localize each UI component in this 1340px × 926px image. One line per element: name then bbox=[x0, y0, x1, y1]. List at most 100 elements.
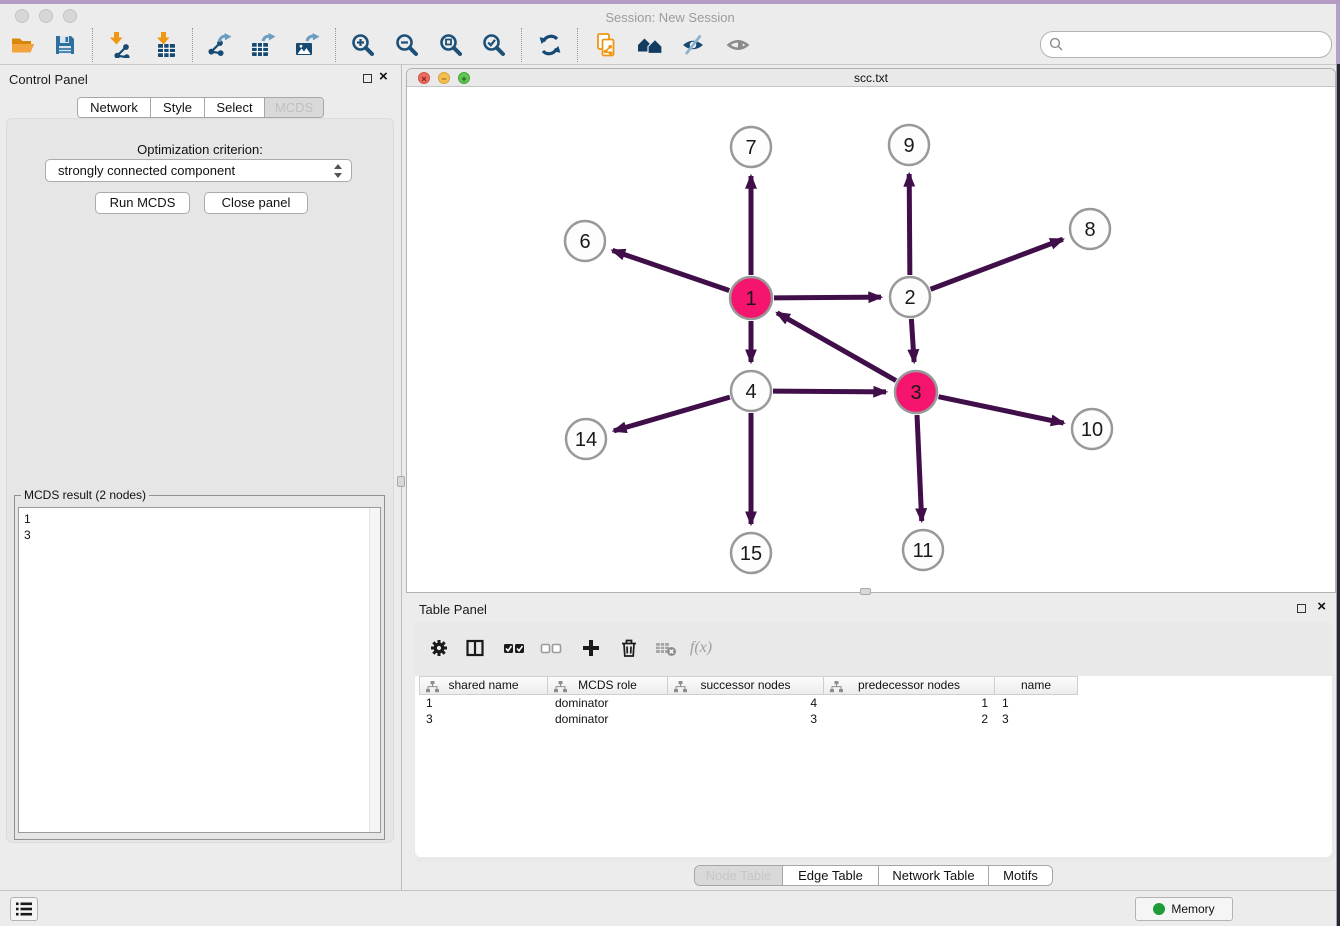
toolbar-separator bbox=[577, 28, 578, 62]
table-cell[interactable]: dominator bbox=[548, 695, 668, 711]
open-session-icon[interactable] bbox=[9, 31, 37, 59]
memory-label: Memory bbox=[1171, 902, 1214, 916]
node-table: shared nameMCDS rolesuccessor nodes prede… bbox=[415, 676, 1332, 857]
function-builder-icon[interactable]: f(x) bbox=[689, 636, 713, 660]
graph-node-3[interactable]: 3 bbox=[895, 371, 937, 413]
unselect-all-columns-icon[interactable] bbox=[539, 636, 563, 660]
tab-node-table[interactable]: Node Table bbox=[695, 866, 783, 885]
graph-edge-2-9[interactable] bbox=[909, 174, 910, 275]
refresh-icon[interactable] bbox=[536, 31, 564, 59]
column-header-shared-name[interactable]: shared name bbox=[419, 676, 548, 695]
table-cell[interactable]: 1 bbox=[419, 695, 548, 711]
hide-panel-icon[interactable] bbox=[679, 31, 707, 59]
graph-edge-1-2[interactable] bbox=[774, 297, 881, 298]
export-network-icon[interactable] bbox=[205, 31, 233, 59]
search-box[interactable] bbox=[1040, 31, 1332, 58]
column-header-MCDS-role[interactable]: MCDS role bbox=[548, 676, 668, 695]
graph-node-14[interactable]: 14 bbox=[566, 419, 606, 459]
graph-edge-3-11[interactable] bbox=[917, 415, 922, 521]
network-window-titlebar: × − + scc.txt bbox=[407, 69, 1335, 87]
graph-node-10[interactable]: 10 bbox=[1072, 409, 1112, 449]
home-layout-icon[interactable] bbox=[636, 31, 664, 59]
table-cell[interactable]: 3 bbox=[419, 711, 548, 727]
tab-edge-table[interactable]: Edge Table bbox=[783, 866, 879, 885]
clone-network-icon[interactable] bbox=[592, 31, 620, 59]
float-panel-icon[interactable] bbox=[1297, 604, 1306, 613]
import-table-icon[interactable] bbox=[152, 31, 180, 59]
graph-node-7[interactable]: 7 bbox=[731, 127, 771, 167]
result-scrollbar[interactable] bbox=[369, 508, 380, 832]
table-cell[interactable]: 4 bbox=[668, 695, 824, 711]
table-cell[interactable]: 2 bbox=[824, 711, 995, 727]
tab-mcds[interactable]: MCDS bbox=[265, 98, 323, 117]
select-all-columns-icon[interactable] bbox=[502, 636, 526, 660]
graph-edge-3-10[interactable] bbox=[939, 397, 1064, 423]
graph-edge-4-3[interactable] bbox=[773, 391, 886, 392]
graph-node-11[interactable]: 11 bbox=[903, 530, 943, 570]
network-view-window: × − + scc.txt 1 2 3 4 6 7 8 9 10 11 14 15 bbox=[406, 68, 1336, 593]
tab-network-table[interactable]: Network Table bbox=[879, 866, 989, 885]
graph-node-6[interactable]: 6 bbox=[565, 221, 605, 261]
table-cell[interactable]: 3 bbox=[995, 711, 1078, 727]
graph-edge-3-1[interactable] bbox=[777, 313, 896, 381]
float-panel-icon[interactable] bbox=[363, 74, 372, 83]
table-header-row: shared nameMCDS rolesuccessor nodes prede… bbox=[419, 676, 1078, 695]
graph-edge-2-8[interactable] bbox=[931, 239, 1063, 289]
search-input[interactable] bbox=[1069, 35, 1331, 55]
table-cell[interactable]: dominator bbox=[548, 711, 668, 727]
close-panel-icon[interactable]: × bbox=[1317, 598, 1326, 616]
vertical-splitter-handle[interactable] bbox=[397, 476, 405, 487]
toolbar-separator bbox=[521, 28, 522, 62]
graph-node-4[interactable]: 4 bbox=[731, 371, 771, 411]
mcds-panel: Optimization criterion: strongly connect… bbox=[6, 118, 394, 843]
show-panel-icon[interactable] bbox=[724, 31, 752, 59]
add-column-icon[interactable] bbox=[579, 636, 603, 660]
column-header-name[interactable]: name bbox=[995, 676, 1078, 695]
import-network-icon[interactable] bbox=[105, 31, 133, 59]
graph-node-1[interactable]: 1 bbox=[730, 277, 772, 319]
tab-style[interactable]: Style bbox=[151, 98, 205, 117]
graph-edge-2-3[interactable] bbox=[911, 319, 914, 362]
zoom-in-icon[interactable] bbox=[349, 31, 377, 59]
zoom-selected-icon[interactable] bbox=[480, 31, 508, 59]
tab-motifs[interactable]: Motifs bbox=[989, 866, 1052, 885]
run-mcds-button[interactable]: Run MCDS bbox=[95, 192, 190, 214]
main-toolbar bbox=[0, 27, 1340, 65]
split-columns-icon[interactable] bbox=[463, 636, 487, 660]
close-panel-button[interactable]: Close panel bbox=[204, 192, 308, 214]
export-table-icon[interactable] bbox=[249, 31, 277, 59]
mcds-result-textarea[interactable]: 13 bbox=[18, 507, 381, 833]
table-cell[interactable]: 3 bbox=[668, 711, 824, 727]
zoom-fit-icon[interactable] bbox=[437, 31, 465, 59]
task-history-button[interactable] bbox=[10, 897, 38, 921]
optimization-criterion-select[interactable]: strongly connected component bbox=[45, 159, 352, 182]
network-graph: 1 2 3 4 6 7 8 9 10 11 14 15 bbox=[407, 87, 1335, 592]
graph-node-label: 4 bbox=[745, 381, 756, 403]
export-image-icon[interactable] bbox=[293, 31, 321, 59]
search-icon bbox=[1049, 37, 1064, 52]
tab-select[interactable]: Select bbox=[205, 98, 265, 117]
column-header-label: predecessor nodes bbox=[858, 678, 960, 692]
horizontal-splitter-handle[interactable] bbox=[860, 588, 871, 595]
save-session-icon[interactable] bbox=[51, 31, 79, 59]
tab-network[interactable]: Network bbox=[78, 98, 151, 117]
graph-edge-1-6[interactable] bbox=[612, 250, 729, 290]
column-header-successor-nodes[interactable]: successor nodes bbox=[668, 676, 824, 695]
close-panel-icon[interactable]: × bbox=[379, 68, 388, 86]
delete-column-icon[interactable] bbox=[617, 636, 641, 660]
table-cell[interactable]: 1 bbox=[824, 695, 995, 711]
graph-node-8[interactable]: 8 bbox=[1070, 209, 1110, 249]
table-cell[interactable]: 1 bbox=[995, 695, 1078, 711]
network-canvas[interactable]: 1 2 3 4 6 7 8 9 10 11 14 15 bbox=[407, 87, 1335, 592]
delete-table-icon[interactable] bbox=[654, 636, 678, 660]
memory-button[interactable]: Memory bbox=[1135, 897, 1233, 921]
graph-node-9[interactable]: 9 bbox=[889, 125, 929, 165]
zoom-out-icon[interactable] bbox=[393, 31, 421, 59]
column-header-predecessor-nodes[interactable]: predecessor nodes bbox=[824, 676, 995, 695]
gear-icon[interactable] bbox=[427, 636, 451, 660]
graph-node-label: 9 bbox=[903, 135, 914, 157]
control-panel-title: Control Panel bbox=[9, 72, 88, 87]
graph-node-15[interactable]: 15 bbox=[731, 533, 771, 573]
graph-node-2[interactable]: 2 bbox=[890, 277, 930, 317]
graph-edge-4-14[interactable] bbox=[614, 397, 730, 431]
